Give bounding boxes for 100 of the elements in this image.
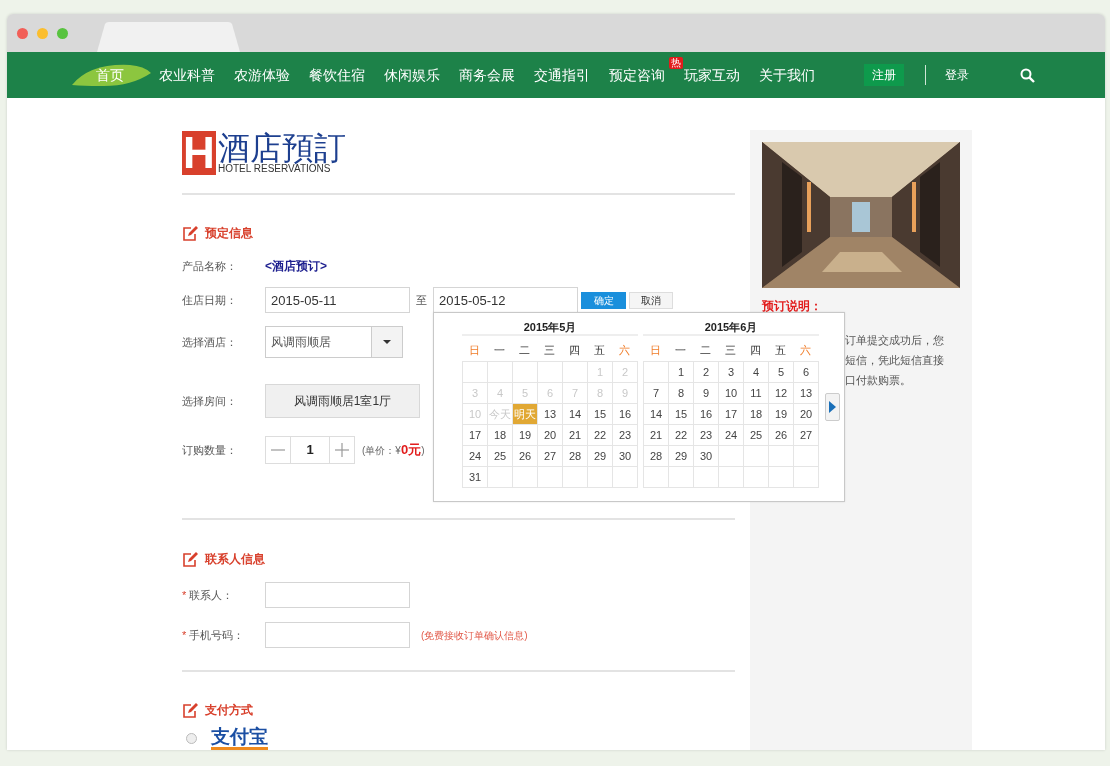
day-cell[interactable]: 16 <box>613 404 638 425</box>
day-cell[interactable]: 14 <box>563 404 588 425</box>
day-cell[interactable]: 24 <box>719 425 744 446</box>
day-cell[interactable]: 26 <box>513 446 538 467</box>
day-cell[interactable]: 21 <box>644 425 669 446</box>
text-field[interactable] <box>265 582 410 608</box>
nav-link[interactable]: 农业科普 <box>159 65 234 85</box>
day-cell[interactable]: 25 <box>744 425 769 446</box>
day-cell[interactable]: 1 <box>669 362 694 383</box>
day-cell[interactable]: 28 <box>644 446 669 467</box>
nav-link[interactable]: 餐饮住宿 <box>309 65 384 85</box>
search-icon[interactable] <box>1020 67 1035 83</box>
weekday-label: 二 <box>518 343 531 358</box>
weekday-label: 二 <box>699 343 712 358</box>
field-label: 选择房间： <box>182 393 238 409</box>
day-cell[interactable]: 27 <box>538 446 563 467</box>
day-cell[interactable]: 15 <box>669 404 694 425</box>
empty-day-cell <box>513 467 538 488</box>
day-cell[interactable]: 8 <box>669 383 694 404</box>
day-cell[interactable]: 18 <box>744 404 769 425</box>
register-button[interactable]: 注册 <box>864 64 904 86</box>
day-cell[interactable]: 16 <box>694 404 719 425</box>
empty-day-cell <box>794 467 819 488</box>
close-dot[interactable] <box>17 27 28 39</box>
day-cell[interactable]: 31 <box>463 467 488 488</box>
login-link[interactable]: 登录 <box>945 66 969 84</box>
day-cell[interactable]: 23 <box>613 425 638 446</box>
radio-button[interactable] <box>186 732 197 744</box>
logo-title: 酒店預訂 <box>218 132 346 164</box>
logo-subtitle: HOTEL RESERVATIONS <box>218 164 331 174</box>
day-cell[interactable]: 19 <box>513 425 538 446</box>
day-cell[interactable]: 7 <box>644 383 669 404</box>
month-title: 2015年6月 <box>643 319 819 336</box>
field-label: 订购数量： <box>182 442 238 458</box>
day-cell[interactable]: 14 <box>644 404 669 425</box>
day-cell[interactable]: 11 <box>744 383 769 404</box>
day-cell[interactable]: 17 <box>719 404 744 425</box>
minimize-dot[interactable] <box>37 27 48 39</box>
day-cell[interactable]: 22 <box>669 425 694 446</box>
browser-tab[interactable] <box>97 22 240 52</box>
day-cell[interactable]: 18 <box>488 425 513 446</box>
date-field[interactable]: 2015-05-12 <box>433 287 578 313</box>
day-cell[interactable]: 3 <box>719 362 744 383</box>
field-label: 选择酒店： <box>182 334 238 350</box>
day-cell[interactable]: 27 <box>794 425 819 446</box>
confirm-button[interactable]: 确定 <box>581 291 626 309</box>
day-cell[interactable]: 28 <box>563 446 588 467</box>
empty-day-cell <box>744 446 769 467</box>
nav-link[interactable]: 交通指引 <box>534 65 609 85</box>
nav-link[interactable]: 农游体验 <box>234 65 309 85</box>
day-cell[interactable]: 6 <box>794 362 819 383</box>
day-cell[interactable]: 24 <box>463 446 488 467</box>
weekday-label: 六 <box>799 343 812 358</box>
day-cell[interactable]: 9 <box>694 383 719 404</box>
day-cell[interactable]: 20 <box>538 425 563 446</box>
empty-day-cell <box>769 467 794 488</box>
room-option[interactable]: 风调雨顺居1室1厅 <box>265 384 420 418</box>
day-cell[interactable]: 22 <box>588 425 613 446</box>
day-cell[interactable]: 30 <box>613 446 638 467</box>
section-title: 支付方式 <box>205 702 253 719</box>
day-cell[interactable]: 13 <box>794 383 819 404</box>
day-cell[interactable]: 20 <box>794 404 819 425</box>
day-cell[interactable]: 13 <box>538 404 563 425</box>
day-cell[interactable]: 17 <box>463 425 488 446</box>
day-cell[interactable]: 23 <box>694 425 719 446</box>
next-icon <box>829 401 836 413</box>
day-cell[interactable]: 30 <box>694 446 719 467</box>
day-cell[interactable]: 21 <box>563 425 588 446</box>
day-cell[interactable]: 10 <box>719 383 744 404</box>
day-cell[interactable]: 29 <box>588 446 613 467</box>
weekday-label: 日 <box>649 343 662 358</box>
empty-day-cell <box>719 467 744 488</box>
caret-icon <box>383 340 391 344</box>
day-cell[interactable]: 26 <box>769 425 794 446</box>
nav-link[interactable]: 预定咨询 <box>609 65 669 85</box>
maximize-dot[interactable] <box>57 27 68 39</box>
day-cell[interactable]: 15 <box>588 404 613 425</box>
day-cell[interactable]: 29 <box>669 446 694 467</box>
date-field[interactable]: 2015-05-11 <box>265 287 410 313</box>
nav-link[interactable]: 关于我们 <box>759 65 834 85</box>
cancel-button[interactable]: 取消 <box>629 291 673 309</box>
day-cell[interactable]: 25 <box>488 446 513 467</box>
hotel-select[interactable]: 风调雨顺居 <box>265 326 403 358</box>
notice-text: 口付款购票。 <box>845 373 911 388</box>
nav-link[interactable]: 休闲娱乐 <box>384 65 459 85</box>
empty-day-cell <box>563 467 588 488</box>
day-cell[interactable]: 4 <box>744 362 769 383</box>
text-field[interactable] <box>265 622 410 648</box>
weekday-label: 六 <box>618 343 631 358</box>
day-cell[interactable]: 2 <box>694 362 719 383</box>
next-month-button[interactable] <box>825 393 840 421</box>
nav-link[interactable]: 商务会展 <box>459 65 534 85</box>
unit-price: (单价：¥0元) <box>362 441 425 460</box>
empty-day-cell <box>719 446 744 467</box>
payment-logo[interactable]: 支付宝 <box>211 726 268 750</box>
nav-link[interactable]: 玩家互动 <box>684 65 759 85</box>
day-cell[interactable]: 19 <box>769 404 794 425</box>
day-cell[interactable]: 12 <box>769 383 794 404</box>
notice-title: 预订说明： <box>762 299 823 313</box>
day-cell[interactable]: 5 <box>769 362 794 383</box>
